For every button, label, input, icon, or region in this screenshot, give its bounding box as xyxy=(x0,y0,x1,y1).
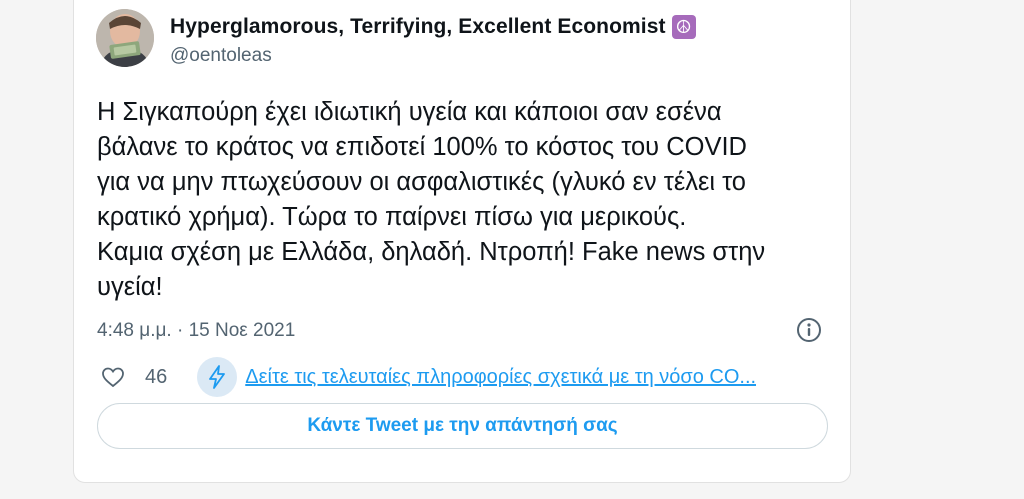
tweet-text: Η Σιγκαπούρη έχει ιδιωτική υγεία και κάπ… xyxy=(97,98,766,301)
lightning-icon[interactable] xyxy=(197,357,238,397)
tweet-timestamp[interactable]: 4:48 μ.μ. · 15 Νοε 2021 xyxy=(97,320,295,342)
heart-icon[interactable] xyxy=(101,365,125,389)
author-block: Hyperglamorous, Terrifying, Excellent Ec… xyxy=(170,15,696,67)
info-icon[interactable] xyxy=(796,317,822,343)
profile-photo-icon xyxy=(96,9,154,67)
covid-info-link[interactable]: Δείτε τις τελευταίες πληροφορίες σχετικά… xyxy=(245,366,756,389)
page-background: Hyperglamorous, Terrifying, Excellent Ec… xyxy=(0,0,1024,499)
author-handle[interactable]: @oentoleas xyxy=(170,45,696,67)
author-display-name[interactable]: Hyperglamorous, Terrifying, Excellent Ec… xyxy=(170,15,666,39)
tweet-card: Hyperglamorous, Terrifying, Excellent Ec… xyxy=(73,0,851,483)
tweet-actions: 46 Δείτε τις τελευταίες πληροφορίες σχετ… xyxy=(101,357,756,397)
reply-tweet-button[interactable]: Κάντε Tweet με την απάντησή σας xyxy=(97,403,828,449)
peace-icon: ☮ xyxy=(671,15,696,39)
avatar[interactable] xyxy=(96,9,154,67)
like-count: 46 xyxy=(145,365,168,388)
